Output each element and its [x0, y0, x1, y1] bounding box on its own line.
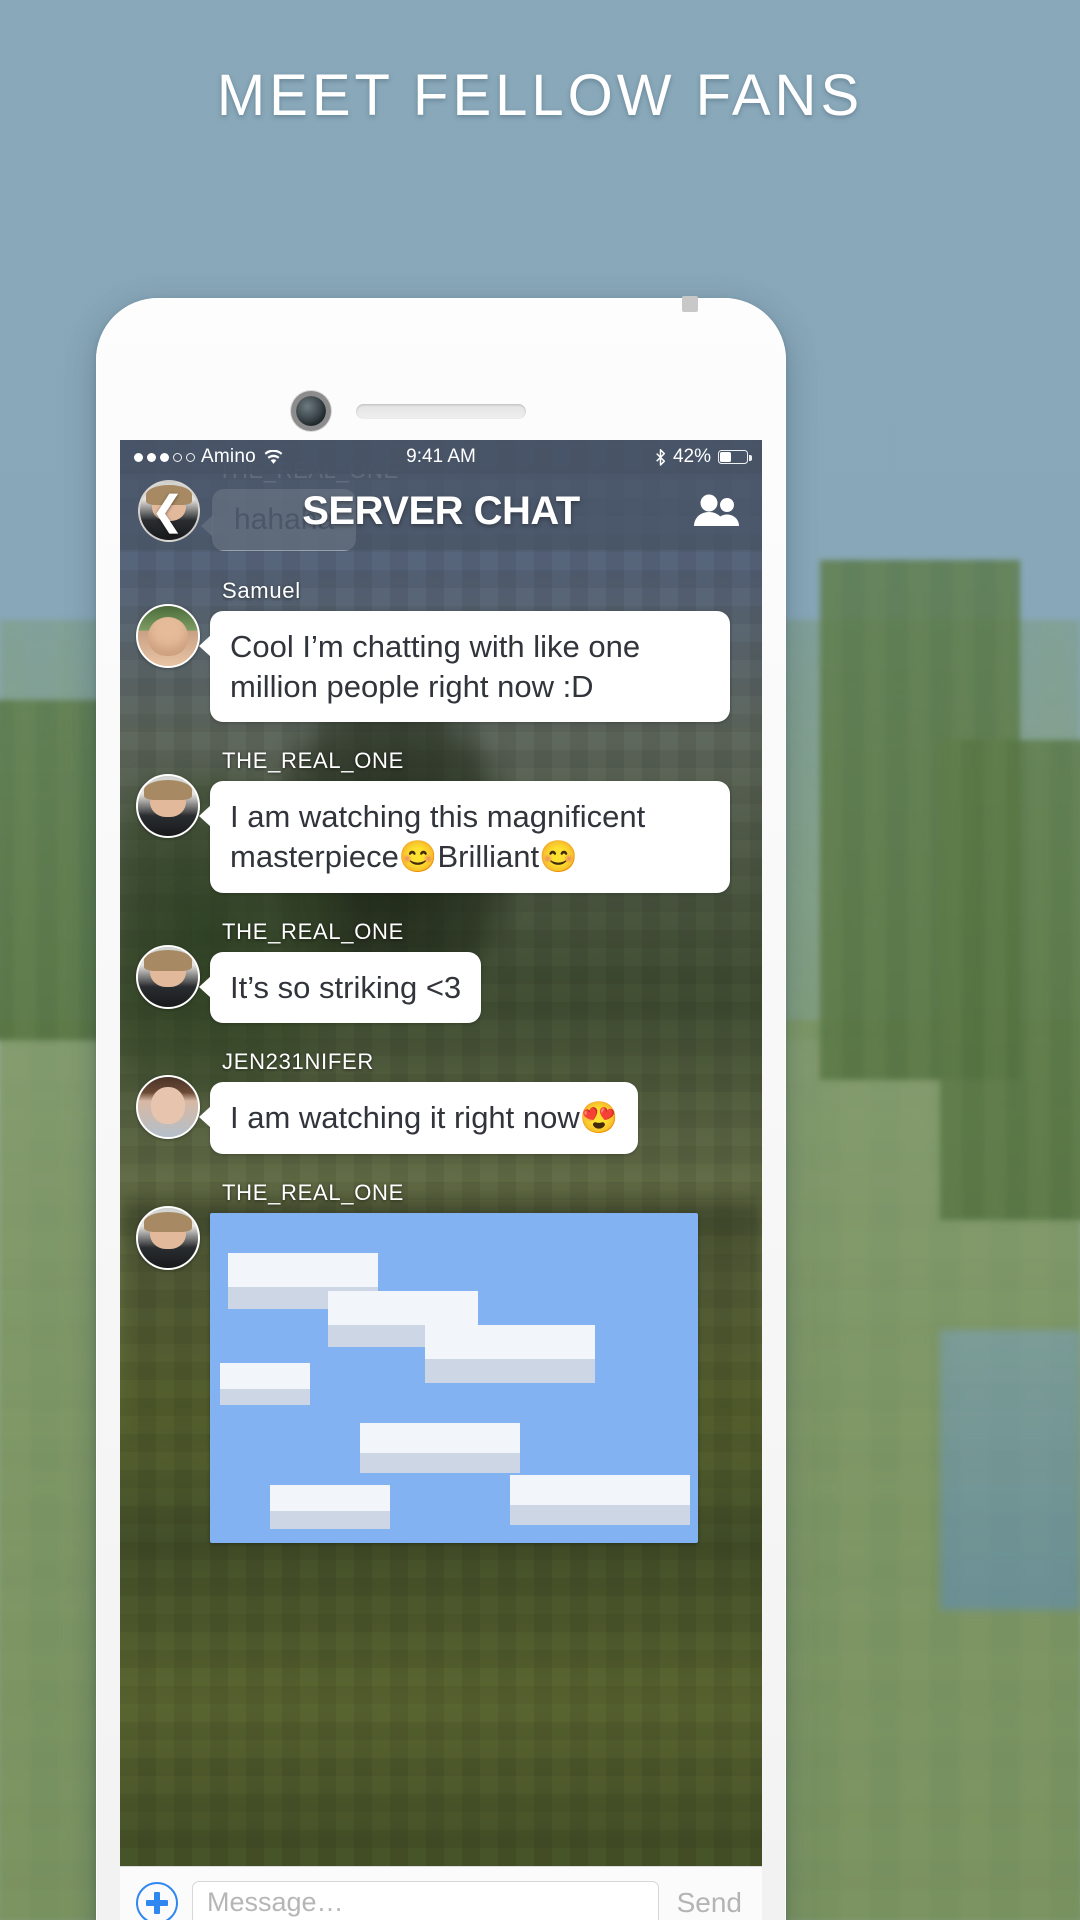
cloud-block: [510, 1505, 690, 1526]
promo-headline: MEET FELLOW FANS: [216, 63, 864, 128]
cloud-block: [510, 1475, 690, 1506]
message-content: THE_REAL_ONE I am watching this magnifice…: [199, 748, 746, 893]
wifi-icon: [264, 449, 283, 464]
message-author: THE_REAL_ONE: [222, 748, 405, 774]
cloud-block: [228, 1253, 378, 1288]
avatar-image: [138, 1208, 198, 1269]
message-author: JEN231NIFER: [222, 1049, 374, 1075]
send-button[interactable]: Send: [673, 1887, 746, 1919]
avatar-image: [138, 1077, 198, 1138]
message-list[interactable]: Samuel Cool I’m chatting with like one mi…: [120, 550, 762, 1866]
back-button[interactable]: ❮: [138, 480, 200, 542]
message-content: THE_REAL_ONE It’s so striking <3: [198, 918, 746, 1024]
battery-icon: [718, 450, 752, 464]
message-row[interactable]: THE_REAL_ONE It’s so striking <3: [136, 919, 746, 1024]
plus-circle-icon[interactable]: [136, 1881, 178, 1920]
minecraft-sky-clouds-screenshot[interactable]: [210, 1213, 698, 1544]
carrier-label: Amino: [201, 446, 256, 467]
phone-screen: THE_REAL_ONE hahaha ❮ SERVER CHAT: [120, 440, 762, 1920]
battery-percent-label: 42%: [672, 446, 711, 467]
message-bubble[interactable]: Cool I’m chatting with like one million …: [199, 611, 730, 723]
cloud-block: [270, 1511, 390, 1530]
cloud-block: [425, 1359, 595, 1384]
message-bubble[interactable]: I am watching it right now😍: [198, 1082, 639, 1155]
message-composer: Message… Send: [120, 1866, 762, 1920]
avatar-the-real-one[interactable]: [136, 944, 200, 1009]
signal-strength-icon: [134, 452, 195, 462]
status-bar-right: 42%: [655, 446, 752, 468]
message-input[interactable]: Message…: [192, 1880, 659, 1920]
avatar-the-real-one[interactable]: [136, 1206, 200, 1271]
message-content: THE_REAL_ONE: [210, 1180, 746, 1548]
avatar-image: [138, 946, 198, 1007]
avatar-image: [138, 776, 198, 837]
phone-mockup: THE_REAL_ONE hahaha ❮ SERVER CHAT: [96, 296, 786, 1920]
cloud-block: [360, 1423, 520, 1454]
cloud-block: [220, 1363, 310, 1390]
message-row[interactable]: Samuel Cool I’m chatting with like one mi…: [136, 578, 746, 723]
message-bubble[interactable]: I am watching this magnificent masterpie…: [199, 781, 730, 893]
bluetooth-icon: [656, 448, 666, 466]
message-author: THE_REAL_ONE: [222, 1180, 405, 1206]
cloud-block: [425, 1325, 595, 1360]
avatar-the-real-one[interactable]: [136, 774, 200, 839]
avatar-image: [138, 606, 198, 666]
earpiece-speaker: [356, 404, 526, 419]
navigation-row: ❮ SERVER CHAT: [120, 472, 762, 550]
status-bar-left: Amino: [134, 446, 283, 468]
promo-screenshot: MEET FELLOW FANS THE_REAL_ONE hahaha: [0, 0, 1080, 1920]
message-row[interactable]: JEN231NIFER I am watching it right now😍: [136, 1049, 746, 1155]
cloud-block: [270, 1485, 390, 1512]
background-water: [940, 1330, 1080, 1610]
status-bar: Amino 9:41 AM 42%: [120, 440, 762, 474]
avatar-jen231nifer[interactable]: [136, 1075, 200, 1140]
cloud-block: [360, 1453, 520, 1474]
avatar-samuel[interactable]: [136, 604, 200, 668]
message-content: Samuel Cool I’m chatting with like one mi…: [199, 578, 746, 723]
members-button[interactable]: [690, 491, 744, 531]
members-icon: [694, 494, 739, 526]
message-row[interactable]: THE_REAL_ONE: [136, 1180, 746, 1548]
cloud-block: [328, 1291, 478, 1326]
message-row[interactable]: THE_REAL_ONE I am watching this magnifice…: [136, 748, 746, 893]
message-bubble[interactable]: It’s so striking <3: [198, 951, 482, 1024]
phone-top-sensor: [682, 296, 698, 312]
back-chevron-icon: ❮: [150, 489, 185, 533]
background-tree-far-right: [940, 740, 1080, 1220]
message-content: JEN231NIFER I am watching it right now😍: [198, 1049, 746, 1155]
message-author: Samuel: [222, 578, 301, 603]
page-title: SERVER CHAT: [302, 488, 580, 533]
message-image-bubble[interactable]: [210, 1213, 698, 1544]
cloud-block: [220, 1389, 310, 1406]
front-camera-icon: [296, 396, 326, 426]
message-author: THE_REAL_ONE: [222, 918, 405, 944]
